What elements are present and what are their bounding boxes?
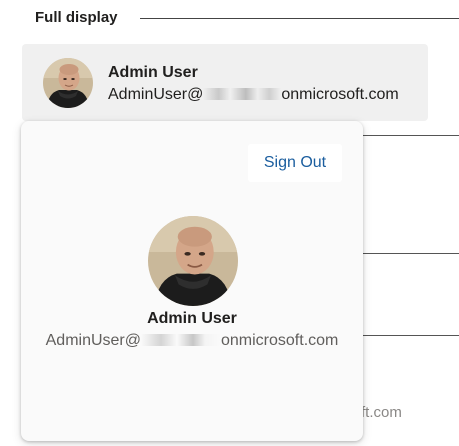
avatar <box>43 58 93 108</box>
card-name: Admin User <box>147 310 237 327</box>
redacted-text <box>141 334 221 346</box>
user-photo-icon <box>148 216 238 306</box>
section-divider <box>140 18 459 19</box>
user-photo-icon <box>43 58 93 108</box>
background-divider <box>363 135 459 136</box>
section-title: Full display <box>35 9 118 26</box>
persona-email: AdminUser@ onmicrosoft.com <box>108 86 399 103</box>
background-email-fragment: ft.com <box>361 404 402 421</box>
persona-button[interactable]: Admin User AdminUser@ onmicrosoft.com <box>22 44 428 121</box>
avatar-large <box>148 216 238 306</box>
background-divider <box>363 335 459 336</box>
sign-out-button[interactable]: Sign Out <box>248 144 342 182</box>
redacted-text <box>203 88 282 100</box>
background-divider <box>363 253 459 254</box>
persona-name: Admin User <box>108 64 198 81</box>
card-email: AdminUser@ onmicrosoft.com <box>45 332 339 349</box>
persona-card: Sign Out Admin User AdminUser@ onmicrosof… <box>21 121 363 441</box>
